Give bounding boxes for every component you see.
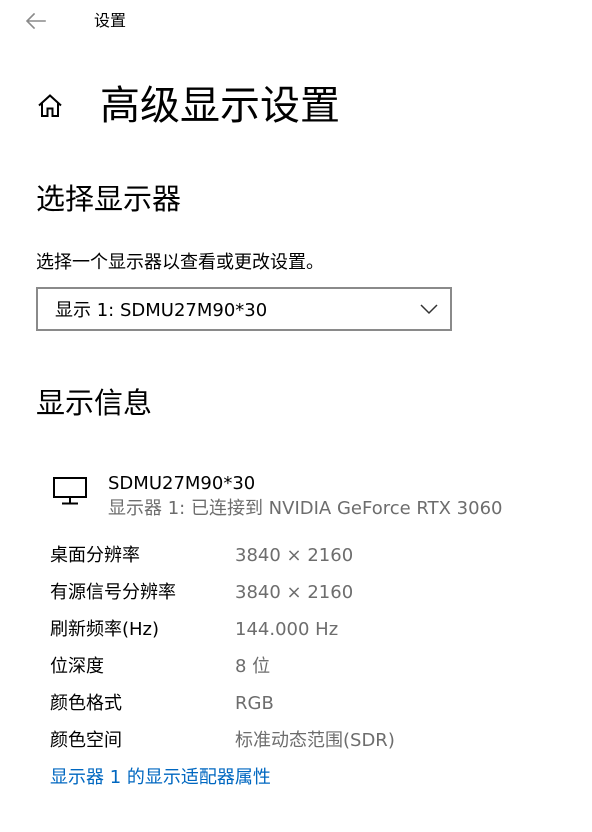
- display-adapter-properties-link[interactable]: 显示器 1 的显示适配器属性: [50, 765, 271, 791]
- property-value-refresh-rate: 144.000 Hz: [235, 619, 339, 640]
- property-label-refresh-rate: 刷新频率(Hz): [50, 619, 160, 640]
- property-row: 桌面分辨率 3840 × 2160: [50, 543, 570, 569]
- property-label-desktop-resolution: 桌面分辨率: [50, 545, 140, 566]
- home-icon: [36, 92, 64, 120]
- page-title: 高级显示设置: [100, 83, 340, 129]
- property-row: 颜色空间 标准动态范围(SDR): [50, 728, 570, 754]
- property-value-active-signal-resolution: 3840 × 2160: [235, 582, 354, 603]
- property-row: 有源信号分辨率 3840 × 2160: [50, 580, 570, 606]
- property-row: 刷新频率(Hz) 144.000 Hz: [50, 617, 570, 643]
- title-bar: 设置: [0, 0, 592, 44]
- dropdown-selected-value: 显示 1: SDMU27M90*30: [55, 300, 268, 321]
- monitor-connection-info: 显示器 1: 已连接到 NVIDIA GeForce RTX 3060: [108, 498, 503, 519]
- app-title: 设置: [94, 11, 127, 30]
- property-label-bit-depth: 位深度: [50, 656, 104, 677]
- monitor-icon: [52, 476, 88, 506]
- property-value-color-format: RGB: [235, 693, 274, 714]
- display-select-dropdown[interactable]: 显示 1: SDMU27M90*30: [36, 287, 452, 331]
- property-label-color-space: 颜色空间: [50, 730, 122, 751]
- property-row: 颜色格式 RGB: [50, 691, 570, 717]
- property-value-color-space: 标准动态范围(SDR): [235, 730, 395, 751]
- chevron-down-icon: [420, 304, 438, 315]
- property-value-desktop-resolution: 3840 × 2160: [235, 545, 354, 566]
- property-label-active-signal-resolution: 有源信号分辨率: [50, 582, 176, 603]
- property-label-color-format: 颜色格式: [50, 693, 122, 714]
- display-info-heading: 显示信息: [36, 386, 153, 420]
- property-row: 位深度 8 位: [50, 654, 570, 680]
- back-arrow-icon: [26, 13, 46, 29]
- back-button[interactable]: [22, 8, 50, 34]
- select-display-heading: 选择显示器: [36, 182, 182, 216]
- monitor-name: SDMU27M90*30: [108, 473, 256, 494]
- select-display-description: 选择一个显示器以查看或更改设置。: [36, 252, 324, 273]
- property-value-bit-depth: 8 位: [235, 656, 271, 677]
